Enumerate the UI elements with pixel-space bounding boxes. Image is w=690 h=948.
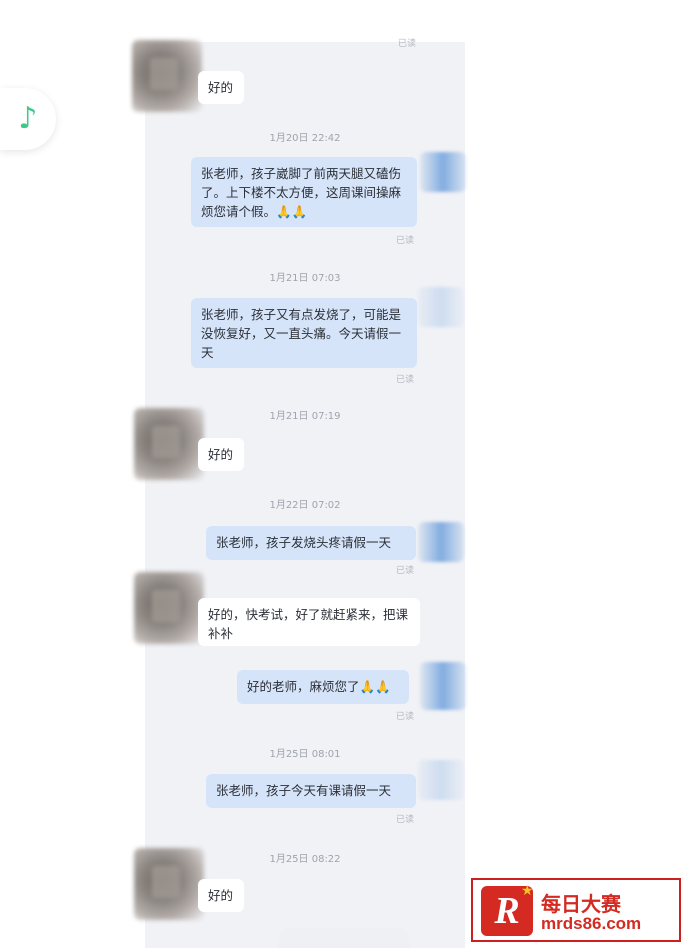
message-bubble-outgoing[interactable]: 张老师，孩子崴脚了前两天腿又磕伤了。上下楼不太方便，这周课间操麻烦您请个假。🙏🙏 <box>191 157 417 227</box>
teacher-avatar[interactable] <box>132 40 202 112</box>
watermark-title: 每日大赛 <box>541 892 621 916</box>
timestamp: 1月22日 07:02 <box>269 500 341 511</box>
timestamp: 1月25日 08:01 <box>269 749 341 760</box>
message-bubble-outgoing[interactable]: 张老师，孩子发烧头疼请假一天 <box>206 526 416 560</box>
read-status: 已读 <box>396 566 415 576</box>
timestamp: 1月21日 07:03 <box>269 273 341 284</box>
message-bubble-outgoing[interactable]: 好的老师，麻烦您了🙏🙏 <box>237 670 409 704</box>
read-status: 已读 <box>396 815 415 825</box>
message-bubble-incoming[interactable]: 好的，快考试，好了就赶紧来，把课补补 <box>198 598 420 646</box>
my-avatar[interactable] <box>418 522 464 562</box>
message-bubble-outgoing[interactable]: 张老师，孩子又有点发烧了，可能是没恢复好，又一直头痛。今天请假一天 <box>191 298 417 368</box>
read-status: 已读 <box>396 236 415 246</box>
my-avatar[interactable] <box>420 152 466 192</box>
music-floating-button[interactable]: ♪ <box>0 88 56 150</box>
teacher-avatar[interactable] <box>134 408 204 480</box>
message-bubble-outgoing[interactable]: 张老师，孩子今天有课请假一天 <box>206 774 416 808</box>
watermark-url: mrds86.com <box>541 914 642 933</box>
site-watermark: R ★ 每日大赛 mrds86.com <box>471 878 681 942</box>
teacher-avatar[interactable] <box>134 848 204 920</box>
read-status: 已读 <box>398 39 417 49</box>
home-indicator <box>278 928 410 948</box>
timestamp: 1月20日 22:42 <box>269 133 341 144</box>
message-bubble-incoming[interactable]: 好的 <box>198 438 244 471</box>
my-avatar[interactable] <box>420 662 466 710</box>
message-bubble-incoming[interactable]: 好的 <box>198 879 244 912</box>
read-status: 已读 <box>396 712 415 722</box>
my-avatar[interactable] <box>418 760 464 800</box>
read-status: 已读 <box>396 375 415 385</box>
message-bubble-incoming[interactable]: 好的 <box>198 71 244 104</box>
teacher-avatar[interactable] <box>134 572 204 644</box>
my-avatar[interactable] <box>418 287 464 327</box>
music-note-icon: ♪ <box>18 101 38 136</box>
star-icon: ★ <box>521 883 534 899</box>
